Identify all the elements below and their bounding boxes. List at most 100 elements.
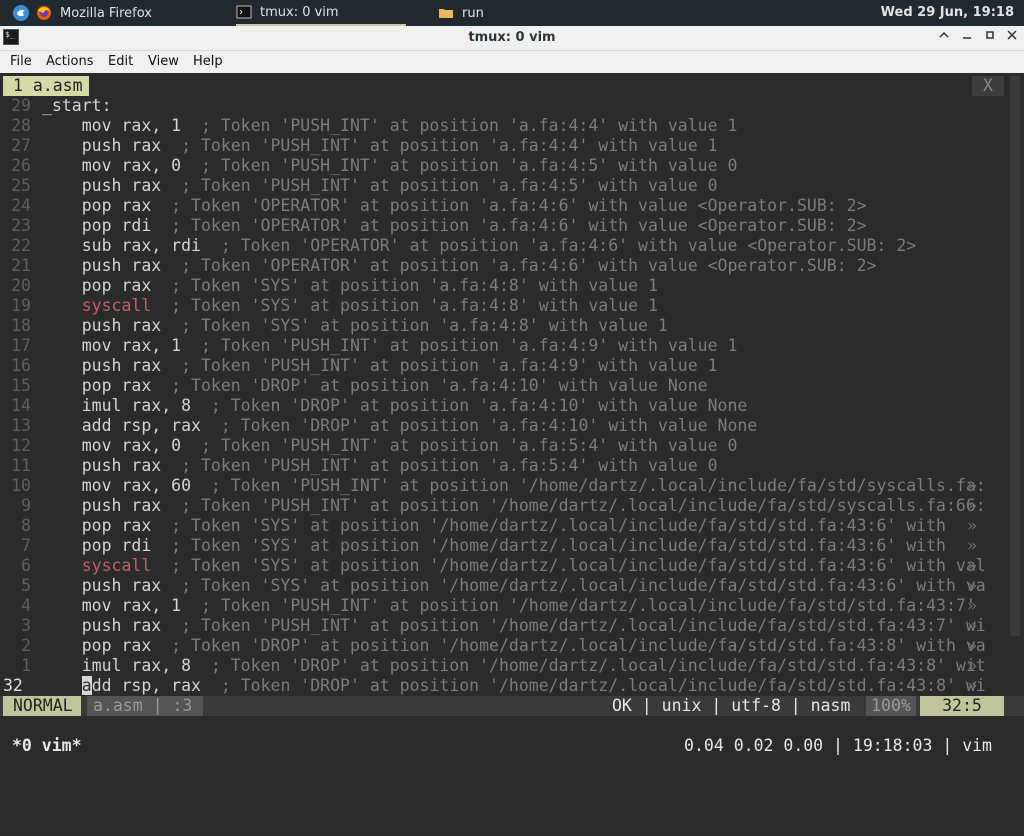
truncation-marker: »	[967, 596, 977, 615]
scrollbar-thumb[interactable]	[1010, 76, 1020, 636]
code-line[interactable]: 5 push rax ; Token 'SYS' at position '/h…	[0, 576, 1000, 596]
code-comment: ; Token 'PUSH_INT' at position 'a.fa:4:5…	[181, 156, 738, 175]
menu-actions[interactable]: Actions	[46, 51, 94, 73]
code-line[interactable]: 26 mov rax, 0 ; Token 'PUSH_INT' at posi…	[0, 156, 1000, 176]
iconify-button[interactable]	[958, 29, 976, 47]
truncation-marker: »	[967, 576, 977, 595]
top-panel: Mozilla Firefox tmux: 0 vim run Wed 29 J…	[0, 0, 1024, 26]
truncation-marker: »	[967, 556, 977, 575]
code-instruction: mov rax, 1	[42, 116, 182, 135]
code-text: sub rax, rdi ; Token 'OPERATOR' at posit…	[42, 236, 916, 256]
truncation-marker: »	[967, 536, 977, 555]
code-line[interactable]: 18 push rax ; Token 'SYS' at position 'a…	[0, 316, 1000, 336]
code-line[interactable]: 12 mov rax, 0 ; Token 'PUSH_INT' at posi…	[0, 436, 1000, 456]
code-line[interactable]: 15 pop rax ; Token 'DROP' at position 'a…	[0, 376, 1000, 396]
code-line[interactable]: 3 push rax ; Token 'PUSH_INT' at positio…	[0, 616, 1000, 636]
code-line[interactable]: 9 push rax ; Token 'PUSH_INT' at positio…	[0, 496, 1000, 516]
menu-edit[interactable]: Edit	[108, 51, 133, 73]
code-instruction: push rax	[42, 456, 162, 475]
terminal-area[interactable]: 1 a.asm X 29 _start: 28 mov rax, 1 ; Token…	[0, 74, 1024, 768]
code-line[interactable]: 14 imul rax, 8 ; Token 'DROP' at positio…	[0, 396, 1000, 416]
line-number: 23	[11, 216, 31, 235]
window-titlebar[interactable]: $_ tmux: 0 vim	[0, 26, 1024, 51]
vim-tab-close[interactable]: X	[972, 76, 1004, 96]
truncation-marker: »	[967, 636, 977, 655]
line-number: 3	[21, 616, 31, 635]
tmux-window-label[interactable]: *0 vim*	[12, 734, 82, 758]
code-instruction: pop rdi	[42, 216, 152, 235]
minimize-button[interactable]	[935, 29, 953, 47]
code-instruction: mov rax, 1	[42, 596, 182, 615]
code-line[interactable]: 32 add rsp, rax ; Token 'DROP' at positi…	[0, 676, 1000, 696]
code-line[interactable]: 10 mov rax, 60 ; Token 'PUSH_INT' at pos…	[0, 476, 1000, 496]
code-instruction: syscall	[42, 296, 152, 315]
line-number: 27	[11, 136, 31, 155]
code-line[interactable]: 19 syscall ; Token 'SYS' at position 'a.…	[0, 296, 1000, 316]
line-number: 4	[21, 596, 31, 615]
code-comment: ; Token 'DROP' at position '/home/dartz/…	[200, 676, 986, 695]
code-line[interactable]: 29 _start:	[0, 96, 1000, 116]
code-instruction: pop rax	[42, 636, 152, 655]
code-line[interactable]: 21 push rax ; Token 'OPERATOR' at positi…	[0, 256, 1000, 276]
code-comment: ; Token 'PUSH_INT' at position '/home/da…	[161, 616, 986, 635]
code-line[interactable]: 7 pop rdi ; Token 'SYS' at position '/ho…	[0, 536, 1000, 556]
code-comment: ; Token 'PUSH_INT' at position '/home/da…	[191, 476, 986, 495]
code-text: mov rax, 0 ; Token 'PUSH_INT' at positio…	[42, 156, 738, 176]
vim-mode: NORMAL	[3, 696, 81, 716]
code-text: push rax ; Token 'PUSH_INT' at position …	[42, 616, 986, 636]
code-line[interactable]: 23 pop rdi ; Token 'OPERATOR' at positio…	[0, 216, 1000, 236]
code-text: push rax ; Token 'SYS' at position '/hom…	[42, 576, 986, 596]
vim-status-percent: 100%	[866, 696, 916, 716]
code-line[interactable]: 2 pop rax ; Token 'DROP' at position '/h…	[0, 636, 1000, 656]
code-comment: ; Token 'DROP' at position '/home/dartz/…	[191, 656, 986, 675]
clock[interactable]: Wed 29 Jun, 19:18	[881, 0, 1014, 26]
menu-help[interactable]: Help	[193, 51, 223, 73]
distro-logo-icon[interactable]	[12, 4, 30, 22]
code-line[interactable]: 20 pop rax ; Token 'SYS' at position 'a.…	[0, 276, 1000, 296]
code-line[interactable]: 8 pop rax ; Token 'SYS' at position '/ho…	[0, 516, 1000, 536]
code-comment: ; Token 'PUSH_INT' at position 'a.fa:4:4…	[161, 136, 718, 155]
code-comment: ; Token 'PUSH_INT' at position 'a.fa:5:4…	[161, 456, 718, 475]
vim-tab-a-asm[interactable]: 1 a.asm	[3, 76, 89, 96]
vim-status-position: 32:5	[920, 696, 1004, 716]
app-menu-button[interactable]	[12, 0, 30, 26]
code-line[interactable]: 28 mov rax, 1 ; Token 'PUSH_INT' at posi…	[0, 116, 1000, 136]
code-comment: ; Token 'PUSH_INT' at position 'a.fa:4:5…	[161, 176, 718, 195]
line-number: 32	[3, 676, 23, 695]
task-run[interactable]: run	[438, 0, 538, 26]
firefox-icon	[37, 6, 51, 20]
code-instruction: push rax	[42, 176, 162, 195]
code-line[interactable]: 11 push rax ; Token 'PUSH_INT' at positi…	[0, 456, 1000, 476]
code-comment: ; Token 'OPERATOR' at position 'a.fa:4:6…	[200, 236, 917, 255]
code-line[interactable]: 27 push rax ; Token 'PUSH_INT' at positi…	[0, 136, 1000, 156]
code-instruction: sub rax, rdi	[42, 236, 201, 255]
code-line[interactable]: 17 mov rax, 1 ; Token 'PUSH_INT' at posi…	[0, 336, 1000, 356]
code-line[interactable]: 25 push rax ; Token 'PUSH_INT' at positi…	[0, 176, 1000, 196]
code-line[interactable]: 24 pop rax ; Token 'OPERATOR' at positio…	[0, 196, 1000, 216]
code-line[interactable]: 22 sub rax, rdi ; Token 'OPERATOR' at po…	[0, 236, 1000, 256]
code-line[interactable]: 6 syscall ; Token 'SYS' at position '/ho…	[0, 556, 1000, 576]
line-number: 26	[11, 156, 31, 175]
code-comment: ; Token 'OPERATOR' at position 'a.fa:4:6…	[151, 196, 867, 215]
code-instruction: _start:	[42, 96, 112, 115]
task-firefox[interactable]: Mozilla Firefox	[36, 0, 226, 26]
maximize-button[interactable]	[981, 29, 999, 47]
close-button[interactable]	[1003, 29, 1021, 47]
code-text: add rsp, rax ; Token 'DROP' at position …	[42, 416, 758, 436]
code-instruction: add rsp, rax	[81, 676, 201, 695]
task-firefox-label: Mozilla Firefox	[60, 5, 152, 21]
code-line[interactable]: 16 push rax ; Token 'PUSH_INT' at positi…	[0, 356, 1000, 376]
code-text: mov rax, 1 ; Token 'PUSH_INT' at positio…	[42, 116, 738, 136]
code-text: pop rax ; Token 'OPERATOR' at position '…	[42, 196, 867, 216]
code-line[interactable]: 1 imul rax, 8 ; Token 'DROP' at position…	[0, 656, 1000, 676]
menu-view[interactable]: View	[148, 51, 179, 73]
task-terminal[interactable]: tmux: 0 vim	[236, 0, 406, 26]
code-line[interactable]: 13 add rsp, rax ; Token 'DROP' at positi…	[0, 416, 1000, 436]
menu-file[interactable]: File	[10, 51, 32, 73]
scrollbar[interactable]	[1006, 74, 1024, 754]
code-instruction: pop rax	[42, 516, 152, 535]
code-comment: ; Token 'DROP' at position 'a.fa:4:10' w…	[191, 396, 748, 415]
code-line[interactable]: 4 mov rax, 1 ; Token 'PUSH_INT' at posit…	[0, 596, 1000, 616]
vim-tabline: 1 a.asm X	[0, 76, 1024, 96]
code-comment: ; Token 'SYS' at position 'a.fa:4:8' wit…	[151, 296, 658, 315]
